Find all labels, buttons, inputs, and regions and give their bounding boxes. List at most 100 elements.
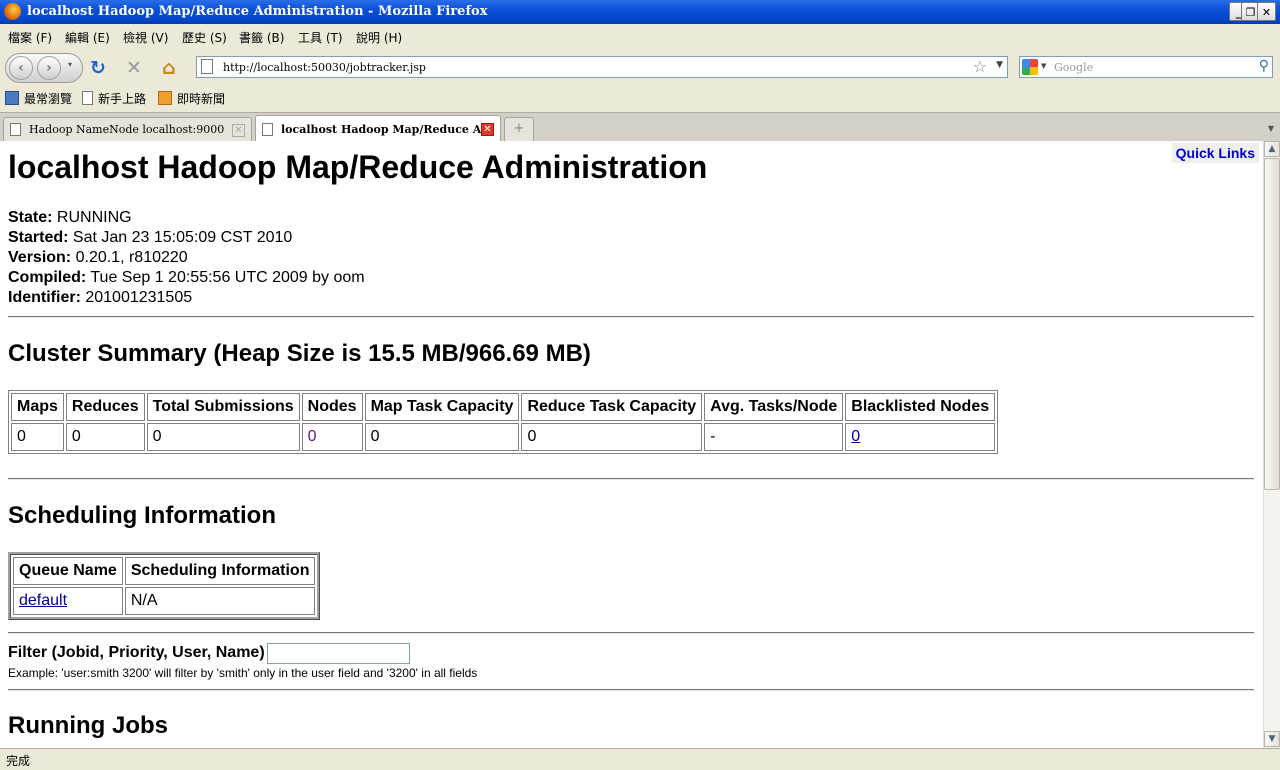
menu-file[interactable]: 檔案 (F) <box>8 29 52 46</box>
filter-input[interactable] <box>267 643 410 664</box>
bookmark-most-visited[interactable]: 最常瀏覽 <box>5 90 72 107</box>
menu-history[interactable]: 歷史 (S) <box>182 29 227 46</box>
tab-namenode[interactable]: Hadoop NameNode localhost:9000 ✕ <box>3 117 252 141</box>
history-dropdown-icon[interactable]: ▾ <box>68 60 72 69</box>
menu-view[interactable]: 檢視 (V) <box>123 29 168 46</box>
quick-links-menu[interactable]: Quick Links <box>1171 143 1259 163</box>
menu-bar: 檔案 (F) 編輯 (E) 檢視 (V) 歷史 (S) 書籤 (B) 工具 (T… <box>0 26 1280 48</box>
running-jobs-heading: Running Jobs <box>8 712 168 739</box>
forward-button[interactable]: › <box>37 56 61 80</box>
col-queue-name: Queue Name <box>13 557 123 585</box>
forward-arrow-icon: › <box>46 60 52 76</box>
tab-mapreduce[interactable]: localhost Hadoop Map/Reduce A··· ✕ <box>255 115 501 142</box>
url-input[interactable] <box>223 59 963 75</box>
scroll-up-button[interactable]: ▲ <box>1264 141 1280 157</box>
info-identifier: Identifier: 201001231505 <box>8 289 193 306</box>
google-engine-icon[interactable] <box>1022 59 1038 75</box>
page-icon <box>262 123 273 136</box>
cell-maps: 0 <box>11 423 64 451</box>
list-all-tabs-button[interactable]: ▼ <box>1264 119 1278 139</box>
new-tab-button[interactable]: + <box>504 117 534 141</box>
reload-button[interactable]: ↻ <box>90 58 106 78</box>
vertical-scrollbar[interactable]: ▲ ▼ <box>1263 141 1280 748</box>
bookmark-latest-news[interactable]: 即時新聞 <box>158 90 225 107</box>
back-button[interactable]: ‹ <box>9 56 33 80</box>
url-dropdown-icon[interactable]: ▼ <box>996 60 1003 70</box>
filter-example-text: Example: 'user:smith 3200' will filter b… <box>8 666 478 680</box>
divider <box>8 316 1254 318</box>
col-scheduling-info: Scheduling Information <box>124 557 316 585</box>
info-state: State: RUNNING <box>8 209 132 226</box>
table-row: default N/A <box>13 587 316 615</box>
col-avg-tasks-node: Avg. Tasks/Node <box>704 393 844 421</box>
table-header-row: Maps Reduces Total Submissions Nodes Map… <box>11 393 996 421</box>
engine-dropdown-icon[interactable]: ▼ <box>1041 62 1046 70</box>
divider <box>8 689 1254 691</box>
cell-map-task-capacity: 0 <box>364 423 520 451</box>
info-version: Version: 0.20.1, r810220 <box>8 249 188 266</box>
chevron-down-icon: ▼ <box>1267 124 1275 133</box>
blacklisted-nodes-link[interactable]: 0 <box>851 428 860 445</box>
divider <box>8 478 1254 480</box>
menu-edit[interactable]: 編輯 (E) <box>65 29 110 46</box>
search-icon[interactable]: ⚲ <box>1259 58 1269 74</box>
menu-help[interactable]: 說明 (H) <box>356 29 402 46</box>
cell-reduce-task-capacity: 0 <box>521 423 703 451</box>
status-text: 完成 <box>6 754 31 768</box>
col-reduce-task-capacity: Reduce Task Capacity <box>521 393 703 421</box>
window-title: localhost Hadoop Map/Reduce Administrati… <box>27 4 488 19</box>
status-bar: 完成 <box>0 748 1280 770</box>
page-icon <box>201 59 213 74</box>
bookmark-getting-started[interactable]: 新手上路 <box>82 90 146 107</box>
firefox-logo-icon <box>4 3 21 20</box>
home-button[interactable]: ⌂ <box>162 58 176 78</box>
reload-icon: ↻ <box>90 57 106 79</box>
cluster-summary-heading: Cluster Summary (Heap Size is 15.5 MB/96… <box>8 340 591 367</box>
home-icon: ⌂ <box>162 57 176 79</box>
cell-blacklisted-nodes: 0 <box>845 423 996 451</box>
cell-reduces: 0 <box>65 423 145 451</box>
table-header-row: Queue Name Scheduling Information <box>13 557 316 585</box>
scheduling-table: Queue Name Scheduling Information defaul… <box>8 552 321 620</box>
col-reduces: Reduces <box>65 393 145 421</box>
close-window-button[interactable]: ✕ <box>1257 2 1276 21</box>
url-bar[interactable]: ☆ ▼ <box>196 56 1008 78</box>
filter-label: Filter (Jobid, Priority, User, Name) <box>8 644 265 661</box>
scroll-down-button[interactable]: ▼ <box>1264 731 1280 747</box>
stop-icon: ✕ <box>126 57 142 79</box>
queue-default-link[interactable]: default <box>19 592 67 609</box>
scrollbar-thumb[interactable] <box>1264 158 1280 490</box>
chevron-up-icon: ▲ <box>1268 144 1276 154</box>
col-map-task-capacity: Map Task Capacity <box>364 393 520 421</box>
close-tab-icon[interactable]: ✕ <box>232 124 245 137</box>
title-bar[interactable]: localhost Hadoop Map/Reduce Administrati… <box>0 0 1280 24</box>
menu-tools[interactable]: 工具 (T) <box>298 29 343 46</box>
col-total-submissions: Total Submissions <box>146 393 300 421</box>
cell-avg-tasks-node: - <box>704 423 844 451</box>
most-visited-icon <box>5 91 19 105</box>
scheduling-heading: Scheduling Information <box>8 502 276 529</box>
col-maps: Maps <box>11 393 64 421</box>
bookmark-star-icon[interactable]: ☆ <box>973 57 987 76</box>
back-arrow-icon: ‹ <box>18 60 24 76</box>
cell-nodes: 0 <box>301 423 363 451</box>
chevron-down-icon: ▼ <box>1268 734 1276 744</box>
cell-queue-name: default <box>13 587 123 615</box>
col-blacklisted-nodes: Blacklisted Nodes <box>845 393 996 421</box>
nodes-link[interactable]: 0 <box>308 428 317 445</box>
info-started: Started: Sat Jan 23 15:05:09 CST 2010 <box>8 229 293 246</box>
search-bar[interactable]: ▼ ⚲ <box>1019 56 1273 78</box>
info-compiled: Compiled: Tue Sep 1 20:55:56 UTC 2009 by… <box>8 269 365 286</box>
close-tab-icon[interactable]: ✕ <box>481 123 494 136</box>
bookmarks-toolbar: 最常瀏覽 新手上路 即時新聞 <box>0 86 1280 110</box>
page-icon <box>82 91 93 105</box>
search-input[interactable] <box>1054 59 1244 75</box>
page-content: Quick Links localhost Hadoop Map/Reduce … <box>0 141 1263 748</box>
cluster-summary-table: Maps Reduces Total Submissions Nodes Map… <box>8 390 999 454</box>
back-forward-group: ‹ › ▾ <box>5 53 83 83</box>
menu-bookmarks[interactable]: 書籤 (B) <box>239 29 284 46</box>
table-row: 0 0 0 0 0 0 - 0 <box>11 423 996 451</box>
page-title: localhost Hadoop Map/Reduce Administrati… <box>8 149 708 185</box>
cell-total-submissions: 0 <box>146 423 300 451</box>
stop-button[interactable]: ✕ <box>126 58 142 78</box>
